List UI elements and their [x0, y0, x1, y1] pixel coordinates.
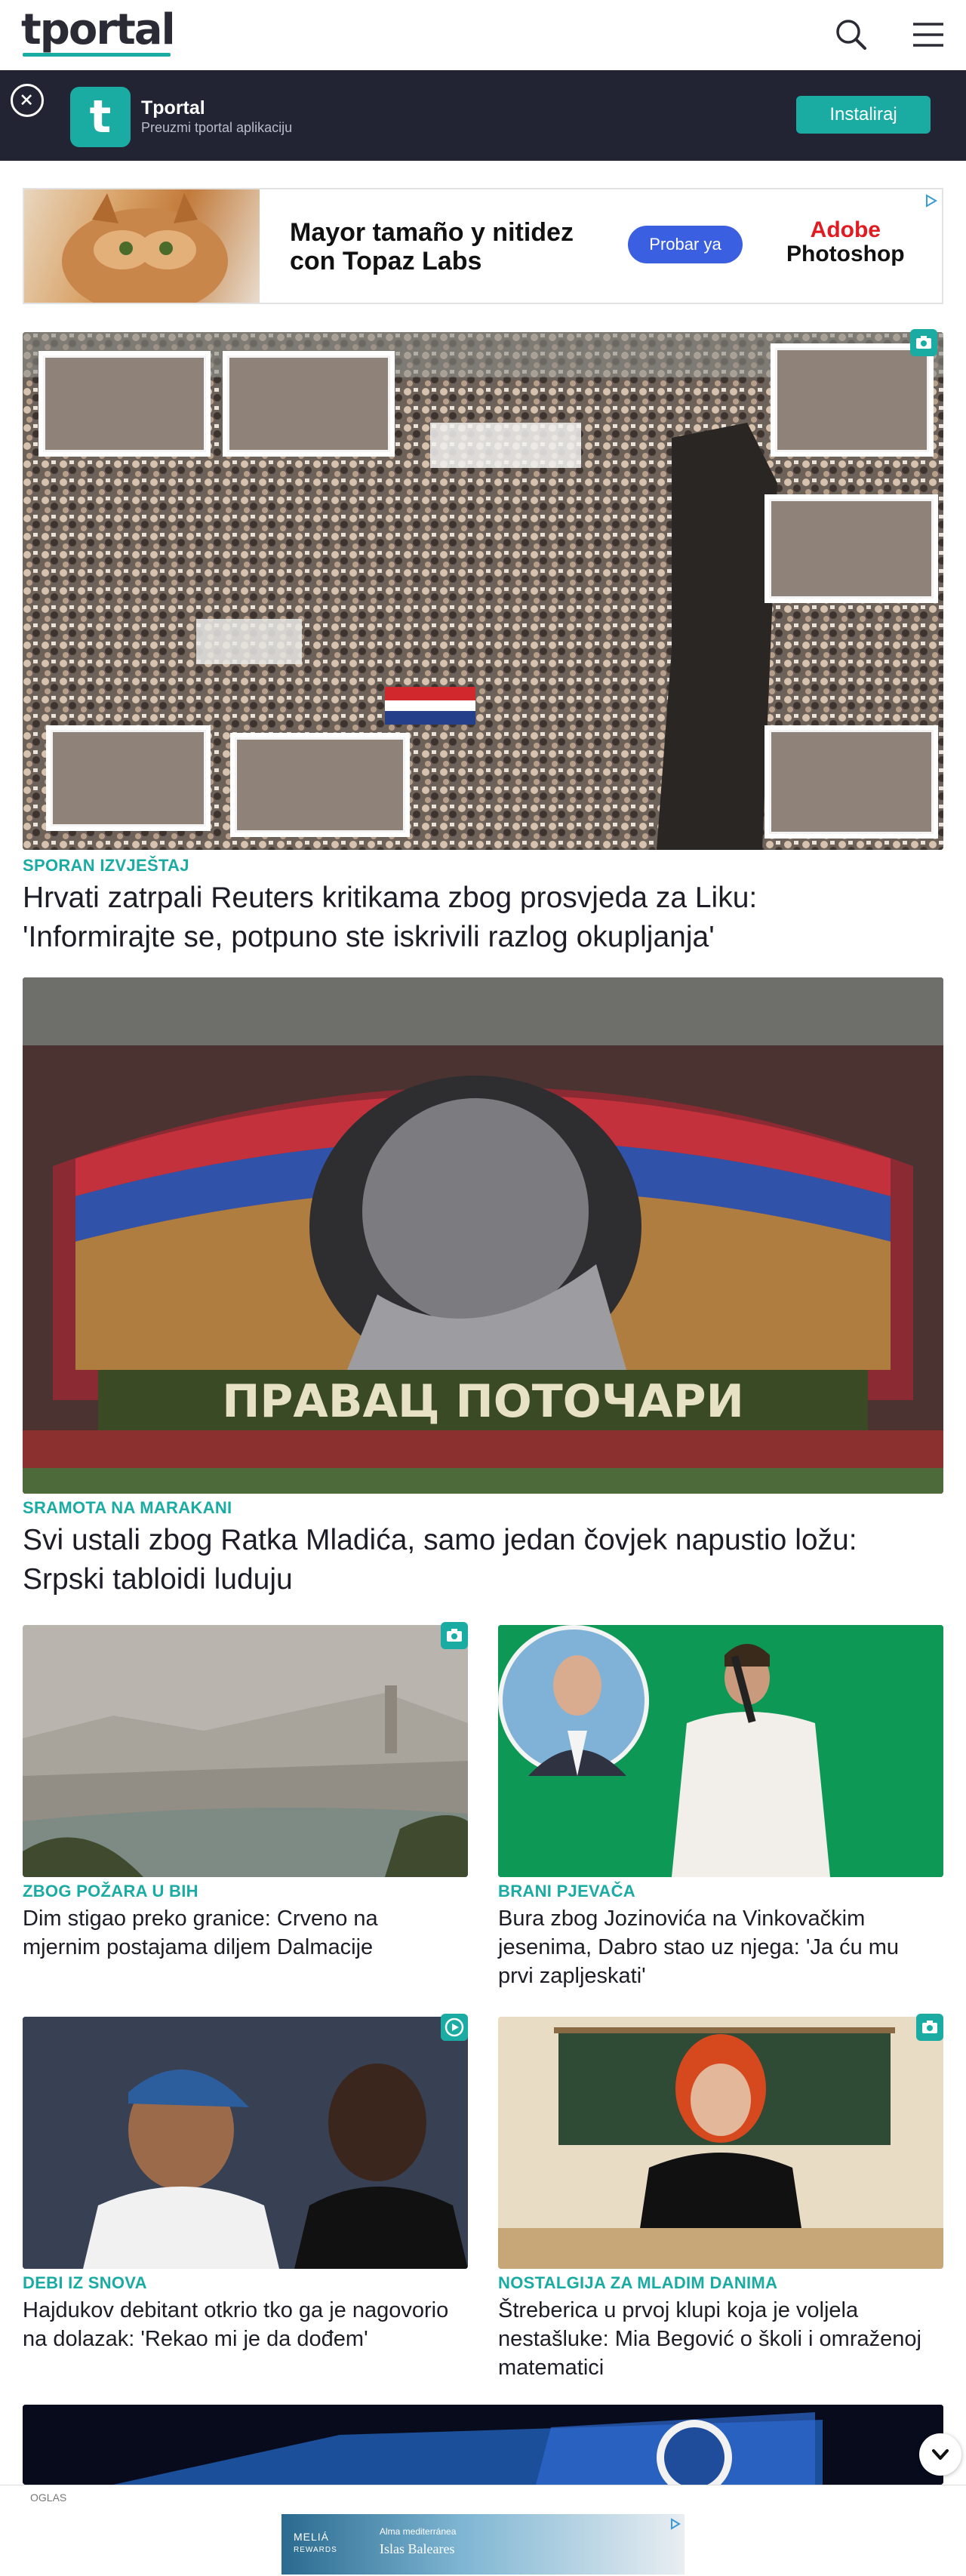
hamburger-menu-icon[interactable] [907, 14, 949, 56]
camera-icon [441, 1622, 468, 1649]
article-image[interactable] [23, 1625, 468, 1877]
article-card[interactable]: NOSTALGIJA ZA MLADIM DANIMA Štreberica u… [498, 2014, 943, 2382]
hajduk-stage-photo [23, 2405, 943, 2485]
stadium-tifo-photo: ПРАВАЦ ПОТОЧАРИ [23, 977, 943, 1494]
article-image[interactable] [23, 2405, 943, 2485]
site-header: tportal [0, 0, 966, 70]
article-card[interactable]: ZBOG POŽARA U BIH Dim stigao preko grani… [23, 1622, 468, 1972]
tifo-banner-text: ПРАВАЦ ПОТОЧАРИ [222, 1375, 744, 1428]
logo-underline [23, 53, 171, 57]
article-kicker: SPORAN IZVJEŠTAJ [23, 856, 189, 875]
page: tportal t Tportal Preuzmi tportal aplika… [0, 0, 966, 2576]
article-title[interactable]: Hajdukov debitant otkrio tko ga je nagov… [23, 2296, 453, 2353]
article-card[interactable]: BRANI PJEVAČA Bura zbog Jozinovića na Vi… [498, 1625, 943, 1990]
bottom-ad-brand-sub: REWARDS [294, 2546, 337, 2554]
article-image[interactable] [23, 2017, 468, 2269]
close-icon[interactable] [11, 84, 44, 117]
bottom-ad-brand: MELIÁ [294, 2531, 330, 2543]
article-title[interactable]: Bura zbog Jozinovića na Vinkovačkim jese… [498, 1904, 928, 1990]
singer-and-inset-photo [498, 1625, 943, 1877]
article-kicker: BRANI PJEVAČA [498, 1882, 635, 1900]
article-title[interactable]: Dim stigao preko granice: Crveno na mjer… [23, 1904, 453, 1962]
search-icon[interactable] [830, 14, 872, 56]
article-image[interactable]: ПРАВАЦ ПОТОЧАРИ [23, 977, 943, 1494]
ad-cta-button[interactable]: Probar ya [628, 226, 743, 263]
ad-headline: Mayor tamaño y nitidez con Topaz Labs [290, 218, 574, 275]
app-install-banner: t Tportal Preuzmi tportal aplikaciju Ins… [0, 70, 966, 161]
play-icon [441, 2014, 468, 2041]
adchoices-icon[interactable] [922, 192, 939, 209]
top-ad[interactable]: Mayor tamaño y nitidez con Topaz Labs Pr… [23, 188, 943, 304]
article-card[interactable]: DEBI IZ SNOVA Hajdukov debitant otkrio t… [23, 2014, 468, 2379]
sticky-bottom-ad: OGLAS MELIÁ REWARDS Alma mediterránea Is… [0, 2485, 966, 2576]
article-image[interactable] [498, 2017, 943, 2269]
football-players-photo [23, 2017, 468, 2269]
article-title[interactable]: Hrvati zatrpali Reuters kritikama zbog p… [23, 879, 913, 957]
chevron-down-icon [932, 2449, 949, 2460]
article-kicker: ZBOG POŽARA U BIH [23, 1882, 198, 1900]
app-name: Tportal [141, 97, 205, 118]
article-card[interactable]: SPORAN IZVJEŠTAJ Hrvati zatrpali Reuters… [23, 329, 943, 953]
bottom-ad-place: Islas Baleares [380, 2541, 455, 2556]
camera-icon [910, 329, 937, 356]
actress-classroom-photo [498, 2017, 943, 2269]
article-title[interactable]: Štreberica u prvoj klupi koja je voljela… [498, 2296, 928, 2382]
adchoices-icon[interactable] [668, 2517, 681, 2531]
article-kicker: DEBI IZ SNOVA [23, 2273, 147, 2292]
ad-label: OGLAS [30, 2491, 67, 2504]
article-image[interactable] [23, 332, 943, 850]
article-image[interactable] [498, 1625, 943, 1877]
article-title[interactable]: Svi ustali zbog Ratka Mladića, samo jeda… [23, 1521, 913, 1599]
article-kicker: NOSTALGIJA ZA MLADIM DANIMA [498, 2273, 778, 2292]
ad-brand-line2: Photoshop [786, 242, 905, 266]
article-card[interactable]: ПРАВАЦ ПОТОЧАРИ SRAMOTA NA MARAKANI Svi … [23, 977, 943, 1604]
scroll-toggle-button[interactable] [919, 2433, 961, 2476]
smoky-city-photo [23, 1625, 468, 1877]
protest-crowd-photo [23, 332, 943, 850]
article-kicker: SRAMOTA NA MARAKANI [23, 1498, 232, 1517]
ad-image [24, 189, 260, 303]
app-subtitle: Preuzmi tportal aplikaciju [141, 120, 293, 135]
bottom-ad-creative[interactable]: MELIÁ REWARDS Alma mediterránea Islas Ba… [281, 2514, 685, 2574]
article-card[interactable] [23, 2405, 943, 2485]
site-logo[interactable]: tportal [21, 8, 176, 53]
camera-icon [916, 2014, 943, 2041]
install-button[interactable]: Instaliraj [796, 96, 931, 134]
bottom-ad-tagline: Alma mediterránea [380, 2526, 457, 2537]
ad-brand-line1: Adobe [810, 217, 881, 242]
cat-illustration [62, 193, 228, 303]
app-icon: t [70, 87, 131, 147]
ad-brand: Adobe Photoshop [786, 218, 905, 266]
